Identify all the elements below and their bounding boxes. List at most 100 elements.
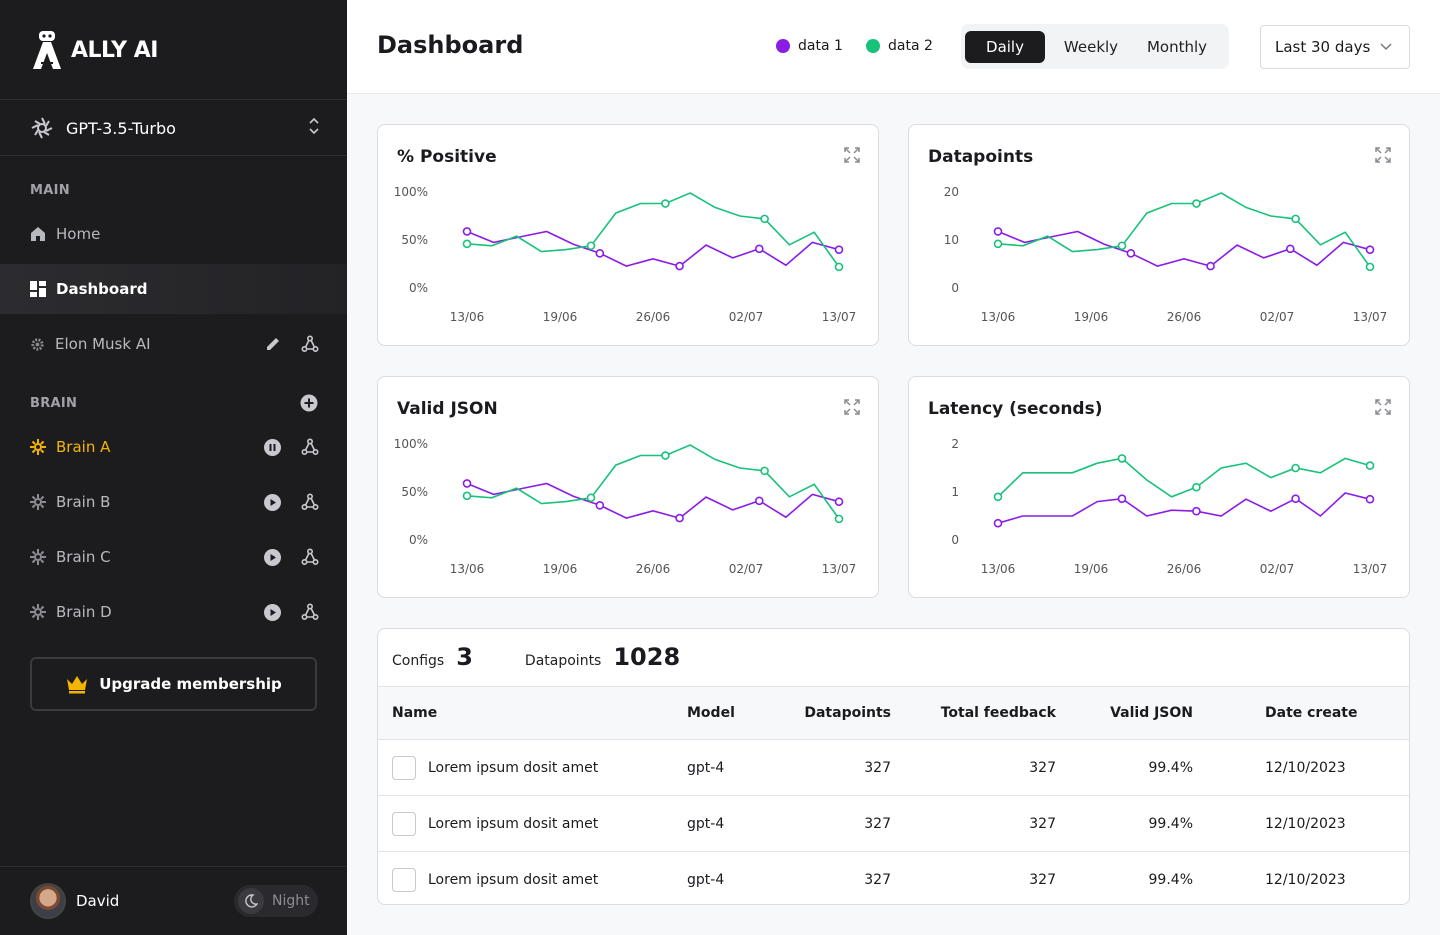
tab-weekly[interactable]: Weekly [1045,31,1137,63]
legend-label: data 2 [888,38,933,54]
edit-icon[interactable] [265,336,281,352]
theme-toggle[interactable]: Night [234,885,318,917]
series-line-1 [997,492,1371,524]
page-title: Dashboard [377,31,524,59]
share-icon[interactable] [301,493,319,511]
tab-daily[interactable]: Daily [965,30,1045,63]
line-chart: 100% 50% 0% 13/06 19/06 26/06 02/07 13/07 [394,185,857,324]
legend-data-2: data 2 [866,38,933,54]
play-icon[interactable] [264,603,281,621]
nav-item-brain-c[interactable]: Brain C [0,532,347,582]
cell-date: 12/10/2023 [1265,815,1346,832]
column-header[interactable]: Name [392,705,437,721]
data-point-marker [1285,244,1295,254]
data-point-marker [1365,245,1375,254]
cell-total-feedback: 327 [1029,815,1056,832]
stats-summary: Configs 3 Datapoints 1028 [392,643,680,671]
data-point-marker [661,451,670,460]
share-icon[interactable] [301,548,319,566]
divider [0,99,347,100]
robot-logo-icon [33,31,61,69]
app-logo[interactable]: ALLY AI [31,30,158,70]
share-icon[interactable] [301,335,319,353]
data-point-marker [586,241,596,251]
nav-label: Brain A [56,438,111,456]
data-point-marker [754,496,764,506]
table-header: Name Model Datapoints Total feedback Val… [378,686,1409,740]
data-point-marker [1117,494,1127,504]
series-line-2 [466,444,840,520]
line-chart: 20 10 0 13/06 19/06 26/06 02/07 13/07 [944,185,1388,324]
data-point-marker [834,245,844,254]
row-checkbox[interactable] [392,811,416,836]
nav-item-dashboard[interactable]: Dashboard [0,264,347,314]
share-icon[interactable] [301,438,319,456]
play-icon[interactable] [264,493,281,511]
column-header[interactable]: Total feedback [941,705,1056,721]
table-row[interactable]: Lorem ipsum dosit amet gpt-4 327 327 99.… [378,796,1409,852]
cell-datapoints: 327 [864,759,891,776]
configs-table-card: Configs 3 Datapoints 1028 Name Model Dat… [377,628,1410,905]
data-point-marker [993,518,1003,528]
nav-label: Home [56,225,101,243]
table-row[interactable]: Lorem ipsum dosit amet gpt-4 327 327 99.… [378,852,1409,904]
x-tick-label: 26/06 [636,562,671,576]
cell-name: Lorem ipsum dosit amet [428,872,599,888]
data-point-marker [1291,214,1300,224]
data-point-marker [993,239,1003,249]
avatar [30,883,66,919]
row-checkbox[interactable] [392,868,416,892]
x-tick-label: 13/06 [981,310,1016,324]
column-header[interactable]: Valid JSON [1110,705,1193,721]
x-tick-label: 13/06 [450,562,485,576]
nav-item-home[interactable]: Home [0,209,347,259]
home-icon [31,227,45,241]
user-profile[interactable]: David [30,883,119,919]
data-point-marker [993,227,1003,236]
configs-label: Configs [392,653,445,669]
cell-valid-json: 99.4% [1148,815,1193,832]
data-point-marker [595,249,605,258]
nav-item-brain-b[interactable]: Brain B [0,477,347,527]
nav-label: Brain B [56,493,111,511]
line-chart: 100% 50% 0% 13/06 19/06 26/06 02/07 13/07 [394,437,857,576]
row-checkbox[interactable] [392,755,416,780]
y-tick-label: 100% [394,185,428,199]
sidebar: ALLY AI GPT-3.5-Turbo MAIN Home Dashboar… [0,0,347,935]
share-icon[interactable] [301,603,319,621]
x-tick-label: 19/06 [1074,562,1109,576]
data-point-marker [462,479,472,488]
column-header[interactable]: Datapoints [804,705,891,721]
user-name: David [76,892,120,910]
play-icon[interactable] [264,548,281,566]
nav-item-agent[interactable]: Elon Musk AI [0,319,347,369]
data-point-marker [462,227,472,236]
x-tick-label: 13/06 [450,310,485,324]
model-selector[interactable]: GPT-3.5-Turbo [30,112,320,144]
cell-name: Lorem ipsum dosit amet [428,759,599,776]
pause-icon[interactable] [264,438,281,456]
y-tick-label: 50% [401,233,428,247]
tab-monthly[interactable]: Monthly [1137,31,1217,63]
nav-item-brain-d[interactable]: Brain D [0,587,347,637]
column-header[interactable]: Model [687,705,735,721]
add-brain-icon[interactable] [300,394,318,412]
divider [0,155,347,156]
nav-item-brain-a[interactable]: Brain A [0,422,347,472]
brain-icon [30,604,46,620]
y-tick-label: 2 [951,437,959,451]
date-range-select[interactable]: Last 30 days [1260,25,1410,69]
x-tick-label: 02/07 [1260,562,1295,576]
series-line-1 [466,482,840,519]
data-point-marker [595,501,605,510]
data-point-marker [1192,199,1201,208]
table-row[interactable]: Lorem ipsum dosit amet gpt-4 327 327 99.… [378,740,1409,796]
y-tick-label: 100% [394,437,428,451]
x-tick-label: 02/07 [1260,310,1295,324]
column-header[interactable]: Date create [1265,705,1357,721]
data-point-marker [754,244,764,254]
upgrade-membership-button[interactable]: Upgrade membership [30,657,317,711]
legend-label: data 1 [798,38,843,54]
chevron-updown-icon [309,117,319,135]
x-tick-label: 26/06 [1167,562,1202,576]
